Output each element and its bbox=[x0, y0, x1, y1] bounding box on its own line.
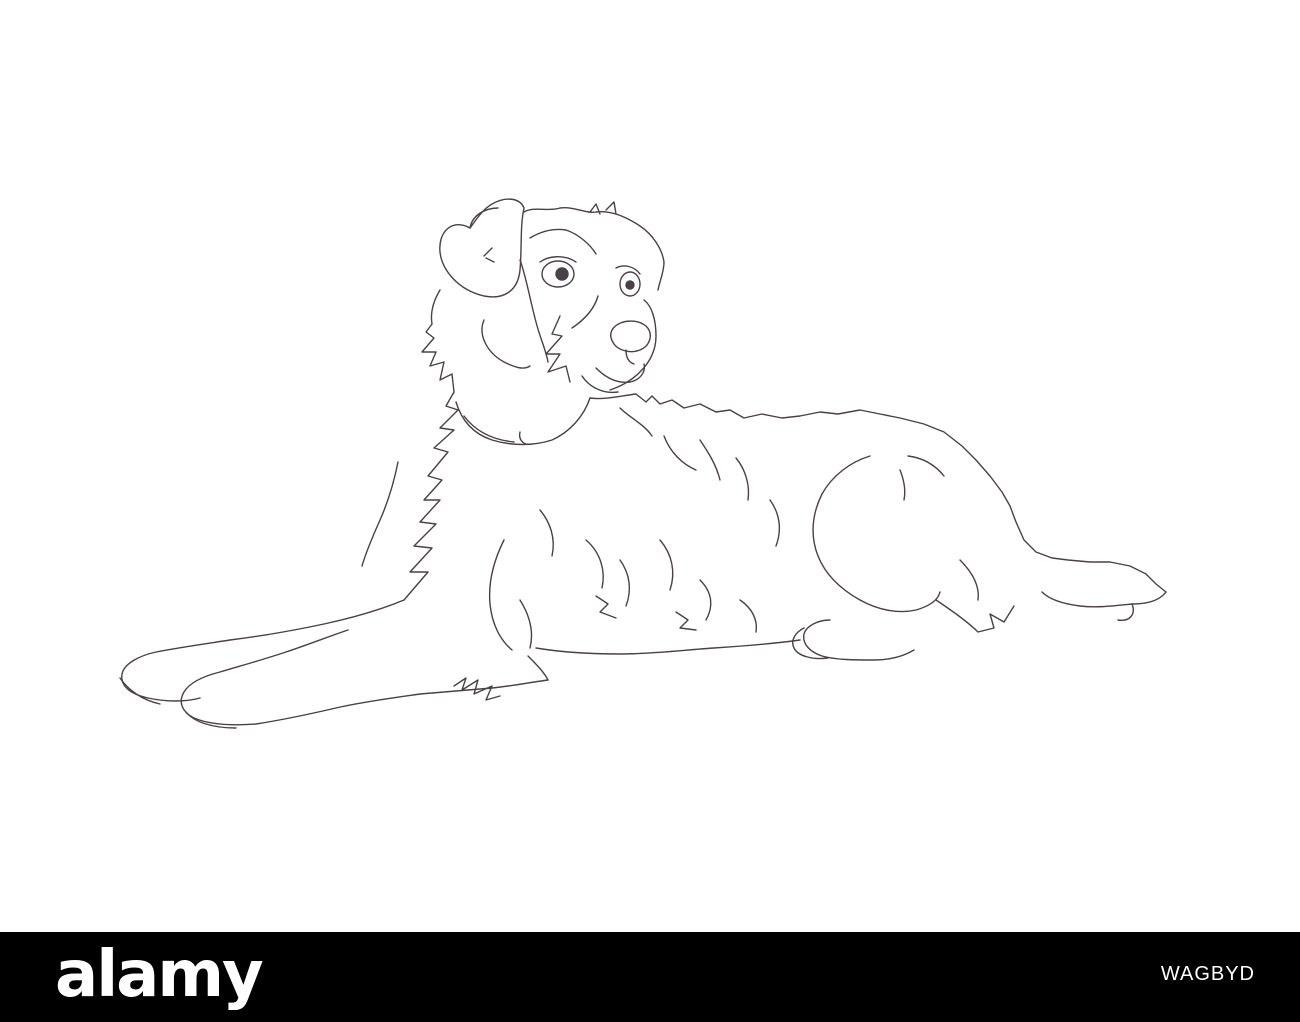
dog-collar bbox=[455, 397, 591, 446]
dog-belly-outline bbox=[535, 639, 801, 655]
dog-front-leg-right bbox=[180, 629, 549, 726]
dog-nose bbox=[609, 320, 651, 353]
dog-ear bbox=[439, 198, 525, 298]
dog-hind-paw bbox=[792, 627, 829, 660]
brand-logo: alamy bbox=[55, 938, 264, 1012]
watermark-footer-bar: alamy WAGBYD bbox=[0, 932, 1300, 1022]
image-id-label: WAGBYD bbox=[1160, 963, 1255, 985]
dog-back-outline bbox=[589, 393, 1167, 593]
dog-front-leg-left bbox=[121, 599, 405, 702]
dog-line-drawing bbox=[119, 198, 1167, 729]
illustration-canvas bbox=[0, 0, 1300, 932]
dog-hind-leg bbox=[812, 455, 941, 613]
